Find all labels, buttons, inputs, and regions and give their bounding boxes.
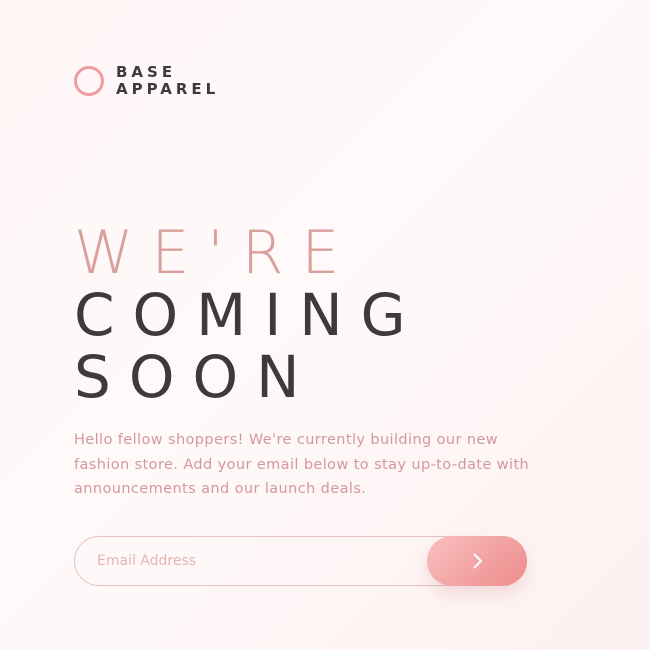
logo-text: BASE APPAREL — [116, 64, 219, 98]
page-title: WE'RE COMING SOON — [74, 222, 424, 408]
headline-line-soon: SOON — [74, 343, 318, 411]
logo-line-apparel: APPAREL — [116, 80, 220, 98]
submit-button[interactable] — [427, 536, 527, 586]
circle-ring-icon — [74, 66, 104, 96]
headline-line-were: WE'RE — [74, 218, 358, 288]
page: BASE APPAREL WE'RE COMING SOON Hello fel… — [0, 0, 650, 650]
description-text: Hello fellow shoppers! We're currently b… — [74, 432, 530, 497]
headline-line-coming: COMING — [74, 281, 424, 349]
chevron-right-icon — [473, 553, 483, 569]
email-signup-form — [74, 536, 527, 586]
logo[interactable]: BASE APPAREL — [74, 64, 219, 98]
logo-line-base: BASE — [116, 63, 177, 81]
